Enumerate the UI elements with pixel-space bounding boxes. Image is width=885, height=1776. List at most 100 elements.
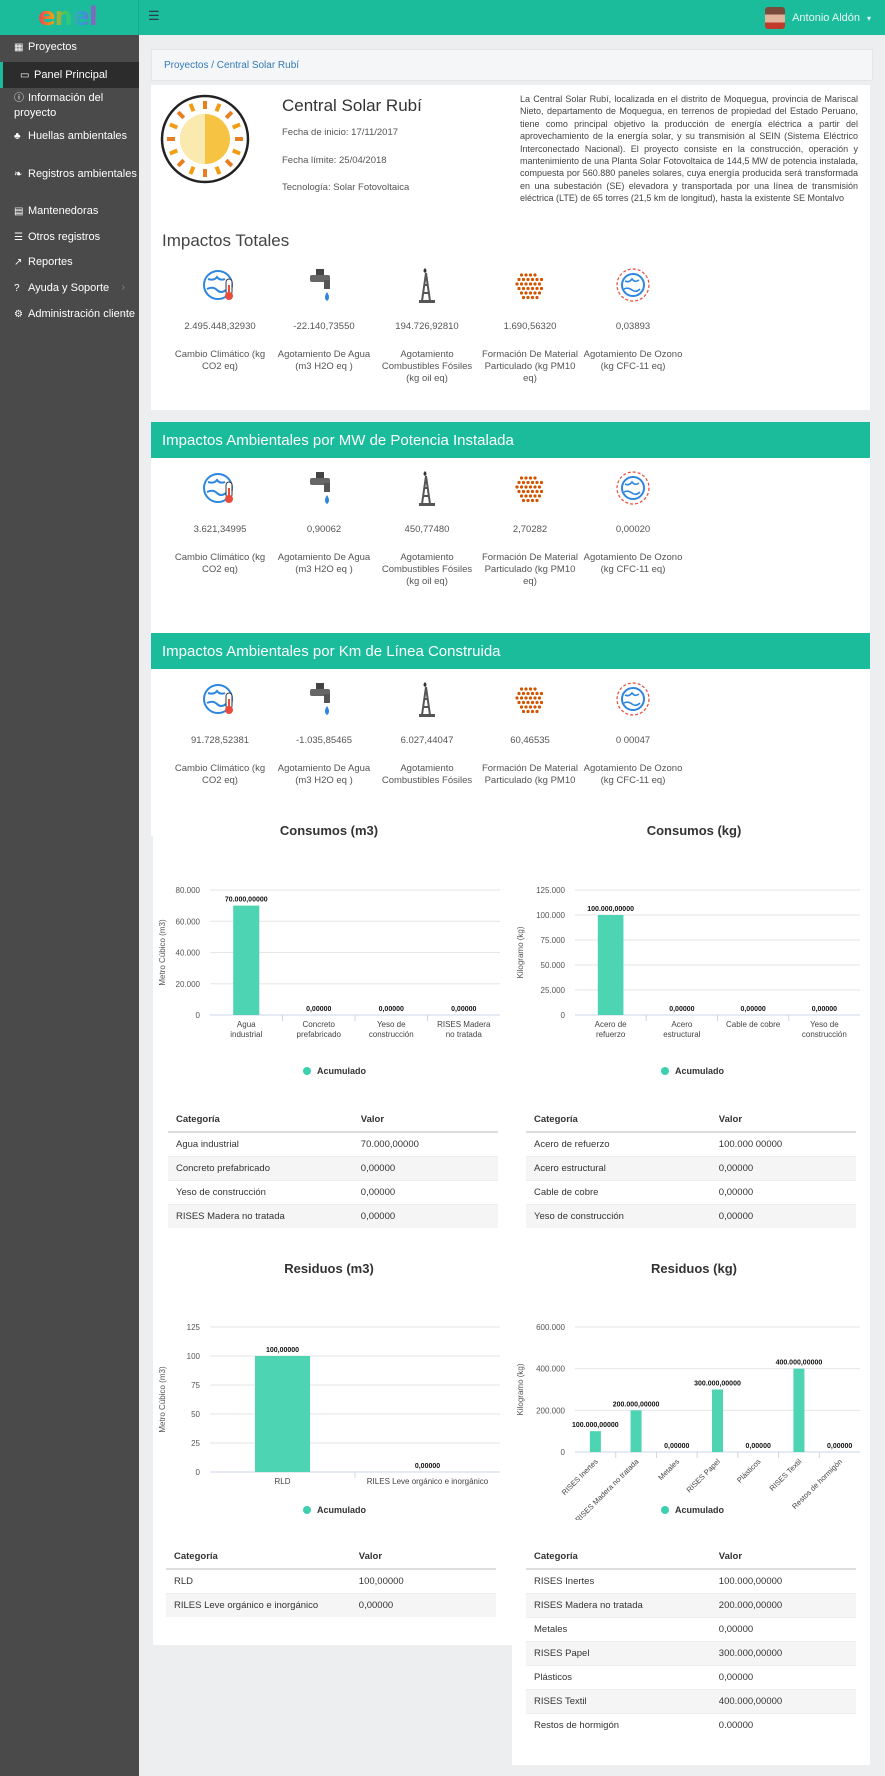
impact-value: 194.726,92810 bbox=[395, 321, 459, 332]
legend-residuos-kg[interactable]: Acumulado bbox=[661, 1505, 724, 1515]
y-axis-label: Metro Cúbico (m3) bbox=[158, 1366, 167, 1433]
data-label: 0,00000 bbox=[746, 1443, 771, 1450]
main-content: Proyectos / Central Solar Rubí Central S… bbox=[139, 35, 885, 1776]
globe-thermometer-icon bbox=[170, 677, 270, 721]
table-row: Acero estructural 0,00000 bbox=[526, 1155, 856, 1180]
breadcrumb-text[interactable]: Proyectos / Central Solar Rubí bbox=[164, 60, 299, 71]
sidebar-item-huellas-ambientales[interactable]: ♣ Huellas ambientales › bbox=[0, 125, 139, 163]
cell-value: 0,00000 bbox=[352, 1203, 498, 1228]
impact-item: -22.140,73550 Agotamiento De Agua (m3 H2O… bbox=[274, 263, 374, 373]
user-menu[interactable]: Antonio Aldón ▾ bbox=[765, 6, 871, 30]
legend-consumos-kg[interactable]: Acumulado bbox=[661, 1066, 724, 1076]
y-tick-label: 0 bbox=[196, 1468, 201, 1477]
bar[interactable] bbox=[254, 1356, 311, 1472]
cell-value: 100,00000 bbox=[350, 1568, 496, 1593]
sidebar-item-otros-registros[interactable]: ☰ Otros registros bbox=[0, 226, 139, 250]
sidebar-item-registros-ambientales[interactable]: ❧ Registros ambientales bbox=[0, 163, 139, 201]
y-axis-label: Kilogramo (kg) bbox=[516, 926, 525, 978]
user-name: Antonio Aldón bbox=[792, 12, 860, 24]
table-header-row: Categoría Valor bbox=[526, 1545, 856, 1570]
bar[interactable] bbox=[233, 905, 260, 1015]
y-tick-label: 100.000 bbox=[536, 911, 565, 920]
sidebar-item-informaci-n-del-proyecto[interactable]: ⓘ Información del proyecto bbox=[0, 87, 139, 125]
y-tick-label: 50.000 bbox=[541, 961, 566, 970]
impact-label: Agotamiento Combustibles Fósiles (kg oil… bbox=[381, 552, 473, 587]
impact-label: Formación De Material Particulado (kg PM… bbox=[481, 349, 579, 384]
impacts-km-panel: 91.728,52381 Cambio Climático (kg CO2 eq)… bbox=[151, 669, 870, 836]
oil-rig-icon bbox=[377, 677, 477, 721]
sidebar-item-label: Huellas ambientales bbox=[28, 130, 128, 142]
chart-title-consumos-m3: Consumos (m3) bbox=[279, 823, 379, 838]
y-tick-label: 50 bbox=[191, 1410, 200, 1419]
sidebar-item-panel-principal[interactable]: ▭ Panel Principal bbox=[0, 62, 139, 88]
data-label: 0,00000 bbox=[812, 1006, 837, 1013]
impact-value: 91.728,52381 bbox=[190, 735, 250, 746]
chart-title-residuos-m3: Residuos (m3) bbox=[284, 1261, 374, 1276]
sidebar-item-label: Otros registros bbox=[28, 231, 101, 243]
table-row: Restos de hormigón 0.00000 bbox=[526, 1712, 856, 1737]
sidebar-item-label: Registros ambientales bbox=[28, 168, 137, 180]
table-consumos-m3: Categoría Valor Agua industrial 70.000,0000… bbox=[168, 1108, 498, 1228]
table-consumos-kg: Categoría Valor Acero de refuerzo 100.000 0… bbox=[526, 1108, 856, 1228]
y-tick-label: 0 bbox=[561, 1448, 566, 1457]
breadcrumb[interactable]: Proyectos / Central Solar Rubí bbox=[151, 49, 873, 81]
oil-rig-icon bbox=[377, 466, 477, 510]
x-tick-label: Yeso de construcción bbox=[369, 1020, 414, 1039]
bar[interactable] bbox=[712, 1389, 723, 1453]
column-header-valor: Valor bbox=[352, 1108, 498, 1133]
project-deadline: Fecha límite: 25/04/2018 bbox=[282, 155, 387, 166]
water-tap-icon bbox=[274, 263, 374, 307]
bar[interactable] bbox=[597, 915, 624, 1015]
bar[interactable] bbox=[793, 1368, 805, 1452]
x-tick-label: Metales bbox=[656, 1457, 681, 1482]
chevron-right-icon: › bbox=[121, 282, 125, 293]
table-row: Yeso de construcción 0,00000 bbox=[168, 1179, 498, 1204]
sidebar-item-mantenedoras[interactable]: ▤ Mantenedoras bbox=[0, 200, 139, 224]
avatar bbox=[765, 7, 786, 29]
project-panel: Central Solar Rubí Fecha de inicio: 17/1… bbox=[151, 85, 870, 410]
x-tick-label: Plásticos bbox=[735, 1457, 763, 1485]
y-tick-label: 0 bbox=[196, 1011, 201, 1020]
column-header-categoria: Categoría bbox=[526, 1545, 711, 1570]
table-header-row: Categoría Valor bbox=[166, 1545, 496, 1570]
data-label: 0,00000 bbox=[827, 1443, 852, 1450]
cell-value: 0,00000 bbox=[710, 1616, 856, 1641]
particles-icon bbox=[480, 466, 580, 510]
table-row: RISES Madera no tratada 200.000,00000 bbox=[526, 1592, 856, 1617]
bar[interactable] bbox=[589, 1431, 601, 1452]
data-label: 300.000,00000 bbox=[694, 1381, 741, 1388]
cell-category: RISES Inertes bbox=[526, 1568, 711, 1593]
impact-label: Agotamiento Combustibles Fósiles bbox=[381, 763, 473, 786]
x-tick-label: Yeso de construcción bbox=[802, 1020, 847, 1039]
cell-value: 0,00000 bbox=[710, 1179, 856, 1204]
x-tick-label: Agua industrial bbox=[230, 1020, 262, 1039]
hamburger-menu-icon[interactable]: ☰ bbox=[148, 9, 162, 23]
impact-label: Cambio Climático (kg CO2 eq) bbox=[174, 763, 266, 786]
table-row: Yeso de construcción 0,00000 bbox=[526, 1203, 856, 1228]
legend-swatch bbox=[661, 1506, 669, 1514]
project-technology: Tecnología: Solar Fotovoltaica bbox=[282, 182, 410, 193]
chart-residuos-kg: 0 200.000 400.000 600.000 Kilogramo (kg) 100.… bbox=[516, 1323, 860, 1520]
data-label: 100,00000 bbox=[266, 1347, 299, 1354]
impact-value: 60,46535 bbox=[510, 735, 550, 746]
impacts-mw-panel: 3.621,34995 Cambio Climático (kg CO2 eq) 0… bbox=[151, 458, 870, 656]
bar[interactable] bbox=[630, 1410, 642, 1452]
enel-logo[interactable]: enel bbox=[0, 0, 139, 35]
table-row: RLD 100,00000 bbox=[166, 1568, 496, 1593]
cell-value: 0,00000 bbox=[352, 1179, 498, 1204]
y-axis-label: Kilogramo (kg) bbox=[516, 1363, 525, 1415]
impacts-km-title: Impactos Ambientales por Km de Línea Con… bbox=[162, 643, 501, 660]
legend-consumos-m3[interactable]: Acumulado bbox=[303, 1066, 366, 1076]
sidebar-item-administraci-n-cliente[interactable]: ⚙ Administración cliente › bbox=[0, 303, 139, 341]
sidebar-item-proyectos[interactable]: ▦ Proyectos bbox=[0, 36, 139, 60]
data-label: 200.000,00000 bbox=[613, 1401, 660, 1408]
sidebar-item-reportes[interactable]: ↗ Reportes bbox=[0, 251, 139, 275]
cell-value: 70.000,00000 bbox=[352, 1131, 498, 1156]
legend-residuos-m3[interactable]: Acumulado bbox=[303, 1505, 366, 1515]
cell-category: RISES Madera no tratada bbox=[526, 1592, 711, 1617]
table-row: RISES Inertes 100.000,00000 bbox=[526, 1568, 856, 1593]
impact-item: 60,46535 Formación De Material Particulad… bbox=[480, 677, 580, 787]
question-icon: ? bbox=[14, 283, 20, 294]
sidebar-item-ayuda-y-soporte[interactable]: ? Ayuda y Soporte › bbox=[0, 277, 139, 301]
table-header-row: Categoría Valor bbox=[168, 1108, 498, 1133]
